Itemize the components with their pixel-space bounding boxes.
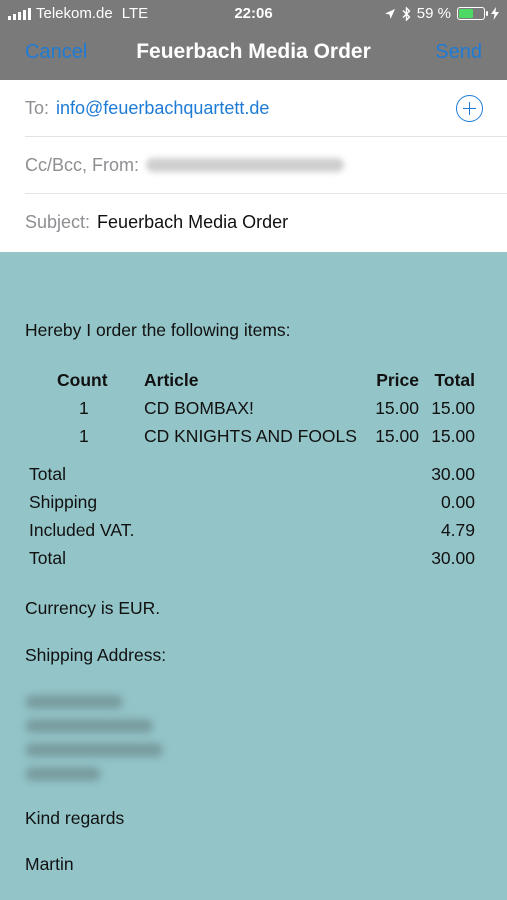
signature-name: Martin bbox=[25, 854, 74, 874]
summary-grand-total-label: Total bbox=[29, 548, 66, 568]
currency-note: Currency is EUR. bbox=[25, 598, 161, 618]
row-1-price: 15.00 bbox=[375, 398, 419, 418]
battery-percent: 59 % bbox=[416, 5, 451, 22]
row-2-count: 1 bbox=[79, 426, 89, 446]
send-button[interactable]: Send bbox=[435, 41, 482, 64]
header-count: Count bbox=[57, 370, 108, 390]
header-price: Price bbox=[376, 370, 419, 390]
location-icon bbox=[384, 8, 395, 19]
message-body[interactable]: Hereby I order the following items: Coun… bbox=[0, 252, 507, 900]
shipping-address-label: Shipping Address: bbox=[25, 645, 167, 665]
address-line-redacted bbox=[25, 767, 101, 781]
row-1-total: 15.00 bbox=[431, 398, 475, 418]
summary-grand-total-value: 30.00 bbox=[431, 548, 475, 568]
to-label: To: bbox=[25, 97, 50, 118]
add-recipient-icon[interactable] bbox=[456, 95, 483, 122]
closing-regards: Kind regards bbox=[25, 808, 125, 828]
row-2-price: 15.00 bbox=[375, 426, 419, 446]
address-line-redacted bbox=[25, 719, 153, 733]
header-total: Total bbox=[434, 370, 475, 390]
from-address-redacted bbox=[146, 158, 345, 172]
to-field[interactable]: To: info@feuerbachquartett.de bbox=[25, 80, 507, 137]
summary-vat-value: 4.79 bbox=[440, 520, 475, 540]
row-2-article: CD KNIGHTS AND FOOLS bbox=[144, 426, 357, 446]
status-bar: Telekom.de LTE 22:06 59 % bbox=[0, 0, 507, 28]
subject-label: Subject: bbox=[25, 212, 91, 232]
page-title: Feuerbach Media Order bbox=[136, 40, 371, 63]
bluetooth-icon bbox=[402, 6, 411, 21]
mail-header-fields: To: info@feuerbachquartett.de Cc/Bcc, Fr… bbox=[0, 80, 507, 252]
to-recipient[interactable]: info@feuerbachquartett.de bbox=[56, 98, 269, 119]
row-1-count: 1 bbox=[79, 398, 89, 418]
top-bar: Telekom.de LTE 22:06 59 % Cancel Feuerba… bbox=[0, 0, 507, 80]
row-2-total: 15.00 bbox=[431, 426, 475, 446]
cc-bcc-from-field[interactable]: Cc/Bcc, From: bbox=[25, 137, 507, 194]
subject-field[interactable]: Subject: Feuerbach Media Order bbox=[25, 194, 507, 251]
summary-vat-label: Included VAT. bbox=[29, 520, 135, 540]
nav-bar: Cancel Feuerbach Media Order Send bbox=[0, 28, 507, 80]
address-line-redacted bbox=[25, 743, 163, 757]
summary-total-value: 30.00 bbox=[431, 464, 475, 484]
battery-fill bbox=[459, 9, 473, 18]
summary-shipping-label: Shipping bbox=[29, 492, 98, 512]
summary-total-label: Total bbox=[29, 464, 66, 484]
subject-value[interactable]: Feuerbach Media Order bbox=[97, 212, 288, 233]
header-article: Article bbox=[144, 370, 199, 390]
battery-icon bbox=[457, 7, 488, 20]
address-line-redacted bbox=[25, 695, 123, 709]
intro-text: Hereby I order the following items: bbox=[25, 320, 291, 340]
summary-shipping-value: 0.00 bbox=[440, 492, 475, 512]
cc-bcc-from-label: Cc/Bcc, From: bbox=[25, 154, 140, 175]
row-1-article: CD BOMBAX! bbox=[144, 398, 254, 418]
charging-icon bbox=[491, 7, 499, 20]
